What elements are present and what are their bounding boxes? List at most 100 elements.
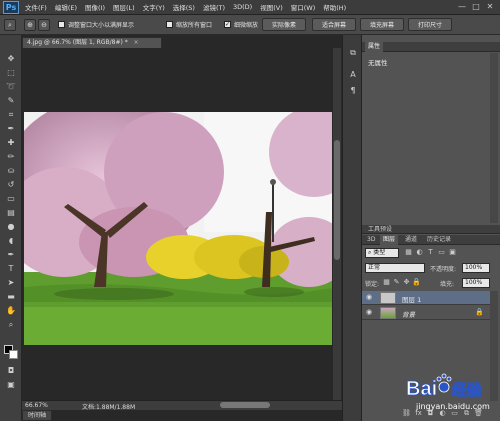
paragraph-icon[interactable]: ¶: [347, 85, 359, 97]
tab-properties[interactable]: 属性: [365, 42, 384, 52]
watermark-brand: Bai: [406, 378, 437, 400]
layer-filter-select[interactable]: ⌕ 类型: [365, 248, 399, 258]
baidu-watermark: Bai 经验 jingyan.baidu.com: [400, 365, 500, 421]
lock-transparent-icon[interactable]: ▦: [382, 278, 391, 287]
hand-tool-icon[interactable]: ✋: [4, 305, 18, 317]
lock-label: 锁定:: [365, 281, 380, 288]
quick-mask-icon[interactable]: ◘: [4, 365, 18, 377]
dodge-tool-icon[interactable]: ◖: [4, 235, 18, 247]
tab-tool-presets[interactable]: 工具预设: [365, 225, 395, 235]
type-filter-icon[interactable]: T: [426, 248, 435, 257]
watermark-brand-2: 经验: [452, 381, 483, 399]
right-panels: 属性 无属性 工具预设 3D 图层 通道 历史记录 ⌕ 类型 ▦ ◐ T ▭ ▣…: [362, 35, 500, 421]
history-icon[interactable]: ⧉: [347, 47, 359, 59]
fill-screen-button[interactable]: 填充屏幕: [360, 18, 404, 31]
zoom-all-windows-checkbox[interactable]: 缩放所有窗口: [166, 20, 212, 29]
horizontal-scroll-thumb[interactable]: [220, 402, 270, 408]
menu-select[interactable]: 选择(S): [169, 2, 199, 12]
minimize-button[interactable]: —: [456, 2, 468, 12]
zoom-level[interactable]: 66.67%: [25, 402, 48, 409]
resize-windows-checkbox[interactable]: 调整窗口大小以满屏显示: [58, 20, 134, 29]
scrubby-zoom-checkbox[interactable]: ✓ 细微缩放: [224, 20, 258, 29]
close-window-button[interactable]: ✕: [484, 2, 496, 12]
adjustment-filter-icon[interactable]: ◐: [415, 248, 424, 257]
layer-row[interactable]: ◉ 背景 🔒: [362, 306, 490, 320]
crop-tool-icon[interactable]: ⌗: [4, 109, 18, 121]
layer-row[interactable]: ◉ 图层 1: [362, 291, 490, 305]
document-tab[interactable]: 4.jpg @ 66.7% (图层 1, RGB/8#) * ×: [22, 37, 162, 48]
tool-presets-header: 工具预设: [362, 225, 500, 234]
maximize-button[interactable]: □: [470, 2, 482, 12]
timeline-tab[interactable]: 时间轴: [22, 410, 52, 421]
visibility-eye-icon[interactable]: ◉: [366, 308, 374, 317]
visibility-eye-icon[interactable]: ◉: [366, 293, 374, 302]
clone-stamp-tool-icon[interactable]: ⛀: [4, 165, 18, 177]
background-color-swatch[interactable]: [9, 350, 18, 359]
shape-tool-icon[interactable]: ▬: [4, 291, 18, 303]
history-brush-tool-icon[interactable]: ↺: [4, 179, 18, 191]
canvas-image: [24, 112, 332, 345]
zoom-tool-icon[interactable]: ⌕: [4, 319, 18, 331]
blend-mode-select[interactable]: 正常: [365, 263, 425, 273]
blend-mode-value: 正常: [368, 264, 381, 271]
canvas[interactable]: [24, 112, 332, 345]
pixel-filter-icon[interactable]: ▦: [404, 248, 413, 257]
fit-screen-button[interactable]: 适合屏幕: [312, 18, 356, 31]
blur-tool-icon[interactable]: ●: [4, 221, 18, 233]
tab-channels[interactable]: 通道: [402, 235, 420, 245]
zoom-icon[interactable]: ⌕: [4, 19, 16, 31]
menu-bar: Ps 文件(F) 编辑(E) 图像(I) 图层(L) 文字(Y) 选择(S) 滤…: [0, 0, 500, 15]
layer-thumbnail: [380, 307, 396, 319]
fill-input[interactable]: 100%: [462, 278, 490, 288]
status-bar: 66.67% 文档:1.88M/1.88M: [22, 400, 342, 411]
gradient-tool-icon[interactable]: ▤: [4, 207, 18, 219]
baidu-logo: Bai 经验 jingyan.baidu.com: [406, 373, 490, 411]
lock-position-icon[interactable]: ✥: [402, 278, 411, 287]
zoom-in-icon[interactable]: ⊕: [24, 19, 36, 31]
menu-type[interactable]: 文字(Y): [139, 2, 169, 12]
quick-select-tool-icon[interactable]: ✎: [4, 95, 18, 107]
shape-filter-icon[interactable]: ▭: [437, 248, 446, 257]
opacity-input[interactable]: 100%: [462, 263, 490, 273]
properties-scrollbar[interactable]: [490, 53, 498, 223]
menu-image[interactable]: 图像(I): [81, 2, 109, 12]
healing-brush-tool-icon[interactable]: ✚: [4, 137, 18, 149]
menu-3d[interactable]: 3D(D): [229, 3, 256, 11]
menu-filter[interactable]: 滤镜(T): [199, 2, 229, 12]
move-tool-icon[interactable]: ✥: [4, 53, 18, 65]
document-tab-title: 4.jpg @ 66.7% (图层 1, RGB/8#) *: [27, 39, 128, 46]
pen-tool-icon[interactable]: ✒: [4, 249, 18, 261]
menu-file[interactable]: 文件(F): [21, 2, 51, 12]
actual-pixels-button[interactable]: 实际像素: [262, 18, 306, 31]
zoom-out-icon[interactable]: ⊖: [38, 19, 50, 31]
zoom-all-label: 缩放所有窗口: [176, 22, 213, 29]
path-select-tool-icon[interactable]: ➤: [4, 277, 18, 289]
brush-tool-icon[interactable]: ✏: [4, 151, 18, 163]
character-icon[interactable]: A: [347, 69, 359, 81]
menu-window[interactable]: 窗口(W): [287, 2, 320, 12]
menu-edit[interactable]: 编辑(E): [51, 2, 81, 12]
eyedropper-tool-icon[interactable]: ✒: [4, 123, 18, 135]
properties-content: 无属性: [368, 59, 388, 67]
close-tab-icon[interactable]: ×: [134, 39, 139, 46]
type-tool-icon[interactable]: T: [4, 263, 18, 275]
layer-name[interactable]: 图层 1: [402, 294, 421, 304]
menu-help[interactable]: 帮助(H): [319, 2, 350, 12]
lasso-tool-icon[interactable]: ➰: [4, 81, 18, 93]
lock-all-icon[interactable]: 🔒: [412, 278, 421, 287]
menu-view[interactable]: 视图(V): [256, 2, 287, 12]
menu-layer[interactable]: 图层(L): [109, 2, 139, 12]
lock-image-icon[interactable]: ✎: [392, 278, 401, 287]
resize-windows-label: 调整窗口大小以满屏显示: [68, 22, 135, 29]
eraser-tool-icon[interactable]: ▭: [4, 193, 18, 205]
print-size-button[interactable]: 打印尺寸: [408, 18, 452, 31]
screen-mode-icon[interactable]: ▣: [4, 379, 18, 391]
lock-icon: 🔒: [475, 308, 484, 316]
marquee-tool-icon[interactable]: ⬚: [4, 67, 18, 79]
tab-3d[interactable]: 3D: [364, 235, 378, 245]
smart-object-filter-icon[interactable]: ▣: [448, 248, 457, 257]
tab-layers[interactable]: 图层: [380, 235, 399, 245]
layer-name[interactable]: 背景: [402, 309, 415, 319]
tab-history[interactable]: 历史记录: [424, 235, 454, 245]
vertical-scroll-thumb[interactable]: [334, 140, 340, 260]
